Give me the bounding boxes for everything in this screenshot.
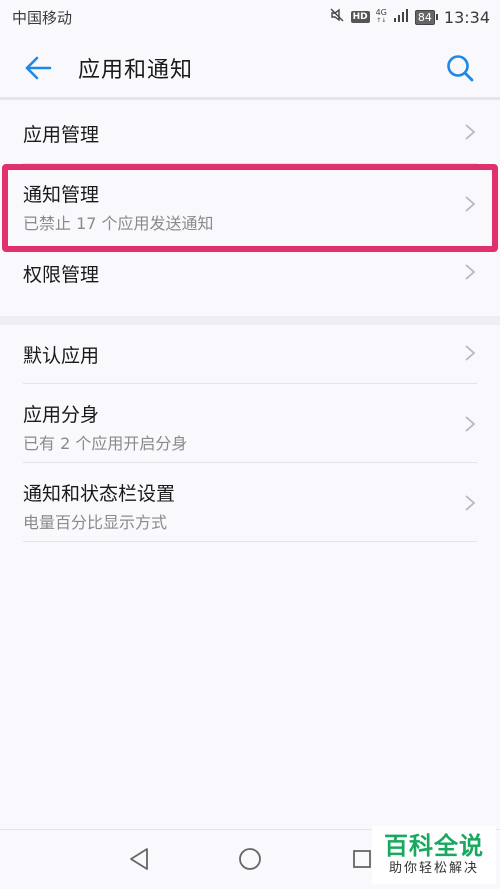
hd-badge: HD bbox=[350, 11, 370, 23]
list-item-notification-management[interactable]: 通知管理 已禁止 17 个应用发送通知 bbox=[0, 164, 500, 244]
mute-icon bbox=[329, 7, 345, 27]
network-type-label: 4G bbox=[375, 8, 387, 17]
list-item-notification-statusbar[interactable]: 通知和状态栏设置 电量百分比显示方式 bbox=[0, 463, 500, 542]
watermark-title: 百科全说 bbox=[384, 832, 484, 860]
watermark-logo: 百科全说 助你轻松解决 bbox=[372, 826, 496, 884]
item-subtitle: 电量百分比显示方式 bbox=[23, 513, 168, 532]
circle-home-icon bbox=[239, 848, 261, 870]
status-bar: 中国移动 HD 4G ↑↓ 84 13:34 bbox=[0, 0, 500, 34]
page-title: 应用和通知 bbox=[78, 58, 194, 83]
chevron-right-icon bbox=[465, 196, 476, 212]
item-subtitle: 已有 2 个应用开启分身 bbox=[23, 434, 188, 453]
item-title: 通知和状态栏设置 bbox=[23, 483, 176, 505]
chevron-right-icon bbox=[465, 264, 476, 280]
item-title: 应用分身 bbox=[23, 404, 100, 426]
list-item-app-twin[interactable]: 应用分身 已有 2 个应用开启分身 bbox=[0, 384, 500, 463]
item-title: 权限管理 bbox=[23, 264, 100, 286]
group-divider bbox=[0, 316, 500, 325]
status-icons: HD 4G ↑↓ 84 13:34 bbox=[329, 7, 490, 27]
item-title: 通知管理 bbox=[23, 184, 100, 206]
square-recent-icon bbox=[353, 850, 371, 868]
watermark-subtitle: 助你轻松解决 bbox=[388, 861, 479, 876]
nav-back-button[interactable] bbox=[126, 846, 152, 872]
search-button[interactable] bbox=[442, 50, 478, 86]
arrow-left-icon bbox=[25, 56, 52, 80]
item-title: 默认应用 bbox=[23, 345, 100, 367]
list-item-app-management[interactable]: 应用管理 bbox=[0, 100, 500, 164]
nav-home-button[interactable] bbox=[237, 846, 263, 872]
list-item-default-apps[interactable]: 默认应用 bbox=[0, 325, 500, 384]
item-subtitle: 已禁止 17 个应用发送通知 bbox=[23, 214, 214, 233]
list-group-1: 应用管理 通知管理 已禁止 17 个应用发送通知 权限管理 bbox=[0, 100, 500, 316]
chevron-right-icon bbox=[465, 345, 476, 361]
carrier-label: 中国移动 bbox=[12, 8, 73, 27]
signal-icon bbox=[393, 8, 409, 26]
chevron-right-icon bbox=[465, 495, 476, 511]
chevron-right-icon bbox=[465, 416, 476, 432]
search-icon bbox=[447, 55, 474, 82]
list-group-2: 默认应用 应用分身 已有 2 个应用开启分身 通知和状态栏设置 电量百分比显示方… bbox=[0, 325, 500, 543]
battery-level: 84 bbox=[414, 9, 435, 25]
list-item-permission-management[interactable]: 权限管理 bbox=[0, 244, 500, 316]
clock: 13:34 bbox=[443, 7, 490, 27]
title-bar: 应用和通知 bbox=[0, 34, 500, 98]
triangle-back-icon bbox=[130, 848, 148, 870]
back-button[interactable] bbox=[20, 50, 56, 86]
network-type: 4G ↑↓ bbox=[375, 8, 387, 25]
chevron-right-icon bbox=[465, 124, 476, 140]
item-title: 应用管理 bbox=[23, 124, 100, 146]
battery-icon: 84 bbox=[414, 9, 438, 25]
